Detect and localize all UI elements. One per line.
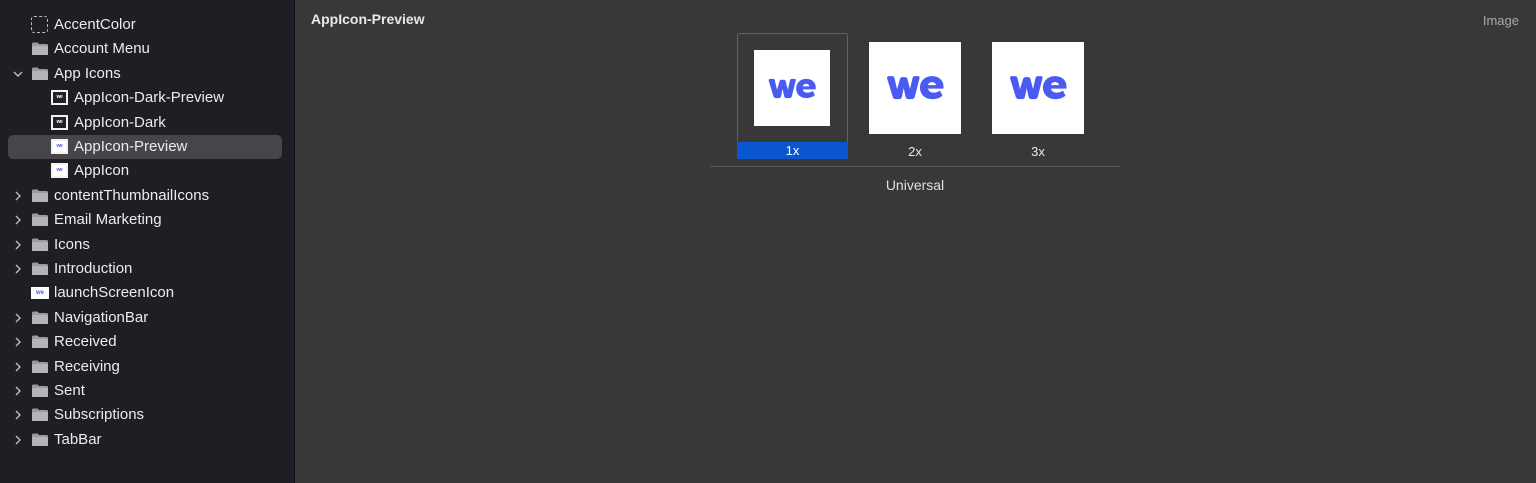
scale-label: 3x [1031,144,1045,159]
sidebar-item-label: Receiving [54,357,120,375]
sidebar-item-label: Introduction [54,260,133,277]
sidebar-item[interactable]: App Icons [8,62,282,86]
sidebar-item[interactable]: Sent [8,379,282,403]
sidebar-item-label: AppIcon [74,162,130,180]
chevron-right-icon[interactable] [11,408,25,422]
scale-label: 2x [908,144,922,159]
scale-label: 1x [737,142,848,159]
group-divider [710,166,1120,167]
sidebar-item[interactable]: we launchScreenIcon [8,281,282,305]
color-set-icon [31,16,48,33]
sidebar-item-label: AppIcon-Preview [74,138,188,155]
sidebar-item-label: Account Menu [54,40,150,58]
universal-group-label: Universal [885,177,945,193]
chevron-right-icon[interactable] [11,238,25,252]
sidebar-item-label: Received [54,333,117,351]
chevron-down-icon[interactable] [11,67,25,81]
sidebar-item[interactable]: AccentColor [8,13,282,37]
sidebar-item[interactable]: Icons [8,233,282,257]
folder-icon [31,334,48,349]
we-logo-icon[interactable] [992,42,1084,134]
folder-icon [31,41,48,56]
sidebar-item[interactable]: Subscriptions [8,403,282,427]
folder-icon [31,237,48,252]
sidebar-item[interactable]: Introduction [8,257,282,281]
sidebar-item-label: AccentColor [54,16,136,33]
sidebar-item-label: Email Marketing [54,211,162,229]
folder-icon [31,383,48,398]
sidebar-item[interactable]: Received [8,330,282,354]
folder-icon [31,310,48,325]
folder-icon [31,212,48,227]
sidebar-item[interactable]: we AppIcon-Dark-Preview [8,86,282,110]
chevron-right-icon[interactable] [11,213,25,227]
sidebar-item[interactable]: NavigationBar [8,306,282,330]
chevron-right-icon[interactable] [11,189,25,203]
folder-icon [31,407,48,422]
image-set-dark-icon: we [51,90,68,106]
sidebar-item-label: Sent [54,382,85,399]
asset-type-label: Image [1482,13,1519,28]
image-set-icon: we [51,163,68,179]
sidebar-item-label: contentThumbnailIcons [54,186,210,204]
sidebar-item[interactable]: we AppIcon-Preview [8,135,282,159]
image-set-icon: we [51,139,68,154]
image-set-dark-icon: we [51,114,68,130]
sidebar-item[interactable]: we AppIcon-Dark [8,111,282,135]
folder-icon [31,432,48,447]
asset-title: AppIcon-Preview [311,11,425,27]
chevron-right-icon[interactable] [11,335,25,349]
sidebar-item-label: TabBar [54,430,102,448]
we-logo-icon[interactable] [869,42,961,134]
chevron-right-icon[interactable] [11,433,25,447]
folder-icon [31,66,48,81]
folder-icon [31,261,48,276]
sidebar-item-label: App Icons [54,64,121,82]
sidebar-item[interactable]: TabBar [8,428,282,452]
sidebar-item[interactable]: Account Menu [8,37,282,61]
chevron-right-icon[interactable] [11,384,25,398]
sidebar-item-label: NavigationBar [54,308,149,326]
sidebar-item-label: AppIcon-Dark [74,113,166,131]
sidebar-item-label: AppIcon-Dark-Preview [74,89,225,107]
image-set-wide-icon: we [31,287,49,302]
sidebar-item[interactable]: Email Marketing [8,208,282,232]
folder-icon [31,359,48,374]
folder-icon [31,188,48,203]
chevron-right-icon[interactable] [11,311,25,325]
sidebar-item-label: Icons [54,235,90,253]
sidebar-item[interactable]: contentThumbnailIcons [8,184,282,208]
sidebar-item[interactable]: Receiving [8,355,282,379]
sidebar-item-label: Subscriptions [54,406,145,424]
sidebar-item[interactable]: we AppIcon [8,159,282,183]
asset-sidebar: AccentColor Account Menu App Icons we AppIco… [0,0,295,483]
asset-detail-pane: AppIcon-Preview Image 1x 2x 3x Universal [296,0,1536,483]
chevron-right-icon[interactable] [11,262,25,276]
sidebar-item-label: launchScreenIcon [54,284,175,302]
chevron-right-icon[interactable] [11,360,25,374]
we-logo-icon[interactable] [754,50,830,126]
